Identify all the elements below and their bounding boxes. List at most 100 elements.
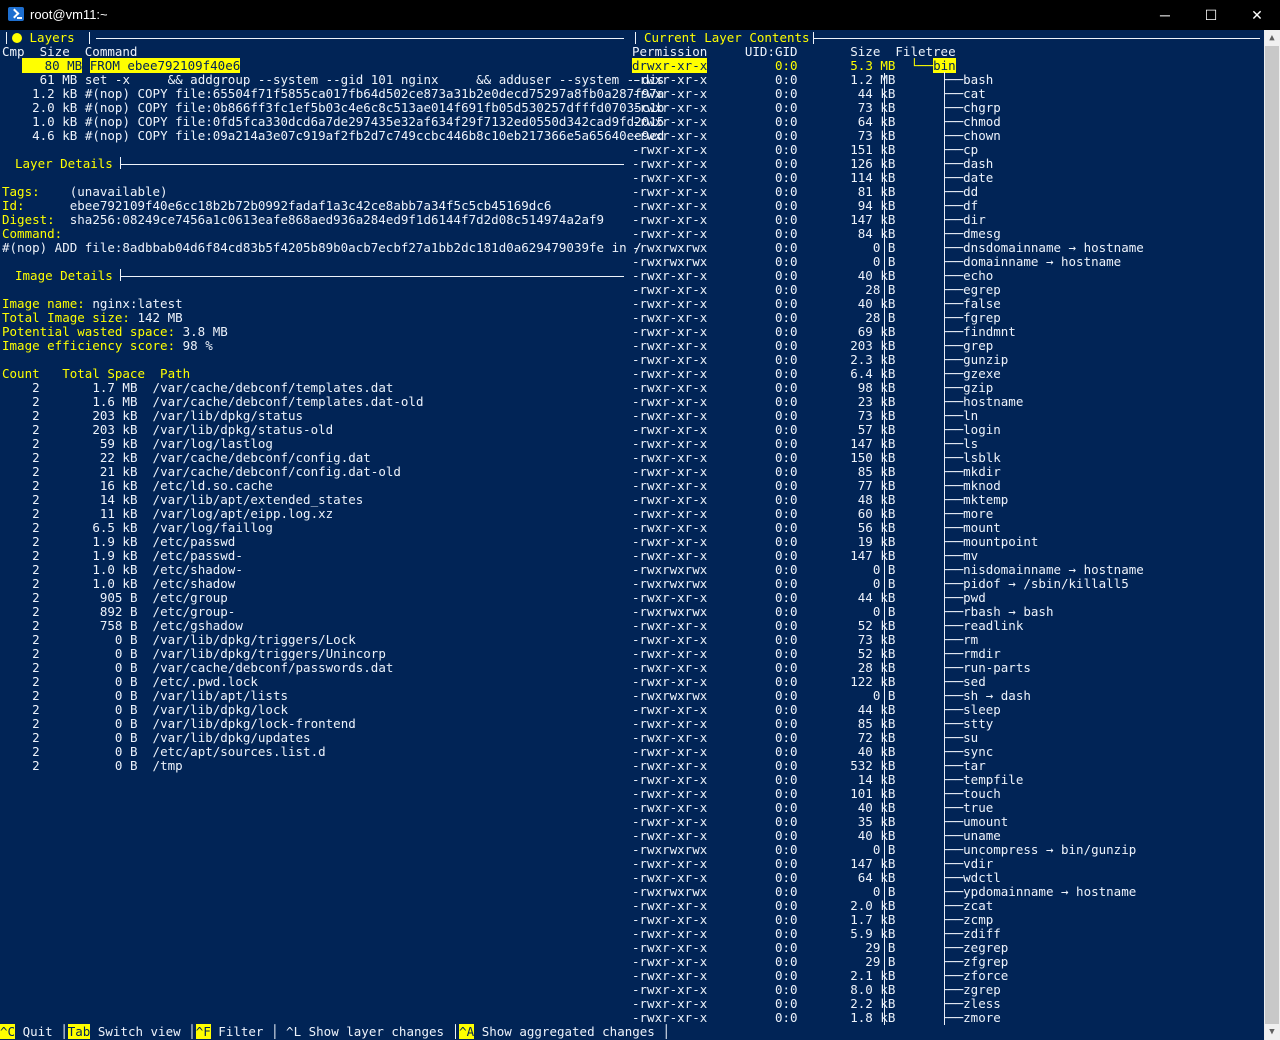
file-row[interactable]: -rwxr-xr-x 0:0 40 kB ├──sync — [632, 745, 993, 759]
file-row[interactable]: -rwxr-xr-x 0:0 73 kB ├──chown — [632, 129, 1001, 143]
file-row[interactable]: -rwxr-xr-x 0:0 147 kB ├──dir — [632, 213, 986, 227]
layer-row[interactable]: 61 MB set -x && addgroup --system --gid … — [2, 73, 665, 87]
file-row[interactable]: -rwxr-xr-x 0:0 150 kB ├──lsblk — [632, 451, 1001, 465]
minimize-button[interactable]: ─ — [1142, 0, 1188, 30]
shortcut-item[interactable]: Tab Switch view — [67, 1024, 188, 1039]
file-row[interactable]: -rwxr-xr-x 0:0 40 kB ├──echo — [632, 269, 993, 283]
file-row[interactable]: -rwxr-xr-x 0:0 44 kB ├──sleep — [632, 703, 1001, 717]
file-row[interactable]: -rwxr-xr-x 0:0 44 kB ├──cat — [632, 87, 986, 101]
file-row[interactable]: -rwxr-xr-x 0:0 126 kB ├──dash — [632, 157, 993, 171]
file-row[interactable]: -rwxr-xr-x 0:0 8.0 kB ├──zgrep — [632, 983, 1001, 997]
vertical-scrollbar[interactable]: ▲ ▼ — [1264, 30, 1280, 1040]
file-row[interactable]: -rwxr-xr-x 0:0 56 kB ├──mount — [632, 521, 1001, 535]
file-row[interactable]: -rwxr-xr-x 0:0 69 kB ├──findmnt — [632, 325, 1016, 339]
size-cell: 73 kB — [797, 100, 896, 115]
file-row[interactable]: -rwxrwxrwx 0:0 0 B ├──sh → dash — [632, 689, 1031, 703]
file-row[interactable]: -rwxr-xr-x 0:0 40 kB ├──uname — [632, 829, 1001, 843]
file-row[interactable]: -rwxr-xr-x 0:0 73 kB ├──chgrp — [632, 101, 1001, 115]
file-row[interactable]: -rwxr-xr-x 0:0 2.2 kB ├──zless — [632, 997, 1001, 1011]
file-row[interactable]: -rwxr-xr-x 0:0 48 kB ├──mktemp — [632, 493, 1008, 507]
file-row[interactable]: -rwxr-xr-x 0:0 14 kB ├──tempfile — [632, 773, 1023, 787]
layer-row[interactable]: 2.0 kB #(nop) COPY file:0b866ff3fc1ef5b0… — [2, 101, 664, 115]
file-row[interactable]: -rwxr-xr-x 0:0 151 kB ├──cp — [632, 143, 978, 157]
shortcut-item[interactable]: ^F Filter — [195, 1024, 271, 1039]
file-row[interactable]: -rwxr-xr-x 0:0 6.4 kB ├──gzexe — [632, 367, 1001, 381]
close-button[interactable]: ✕ — [1234, 0, 1280, 30]
file-row[interactable]: -rwxrwxrwx 0:0 0 B ├──pidof → /sbin/kill… — [632, 577, 1129, 591]
file-row[interactable]: -rwxr-xr-x 0:0 19 kB ├──mountpoint — [632, 535, 1038, 549]
file-row[interactable]: -rwxr-xr-x 0:0 64 kB ├──chmod — [632, 115, 1001, 129]
file-row[interactable]: -rwxrwxrwx 0:0 0 B ├──dnsdomainname → ho… — [632, 241, 1144, 255]
file-name: rm — [963, 632, 979, 647]
file-row[interactable]: -rwxr-xr-x 0:0 23 kB ├──hostname — [632, 395, 1023, 409]
layer-row[interactable]: 80 MB FROM ebee792109f40e6 — [22, 58, 241, 73]
file-row[interactable]: -rwxr-xr-x 0:0 1.2 MB ├──bash — [632, 73, 993, 87]
file-row[interactable]: -rwxr-xr-x 0:0 1.8 kB ├──zmore — [632, 1011, 1001, 1025]
file-row[interactable]: -rwxr-xr-x 0:0 147 kB ├──mv — [632, 549, 978, 563]
file-row[interactable]: -rwxr-xr-x 0:0 73 kB ├──rm — [632, 633, 978, 647]
scroll-up-icon[interactable]: ▲ — [1264, 30, 1280, 46]
terminal[interactable]: Layers Cmp Size Command 80 MB FROM ebee7… — [0, 30, 1264, 1040]
file-row[interactable]: -rwxrwxrwx 0:0 0 B ├──ypdomainname → hos… — [632, 885, 1136, 899]
shortcut-item[interactable]: ^L Show layer changes — [279, 1024, 452, 1039]
file-row[interactable]: -rwxr-xr-x 0:0 2.1 kB ├──zforce — [632, 969, 1008, 983]
file-row[interactable]: -rwxr-xr-x 0:0 532 kB ├──tar — [632, 759, 986, 773]
file-row[interactable]: -rwxr-xr-x 0:0 85 kB ├──stty — [632, 717, 993, 731]
maximize-button[interactable]: ☐ — [1188, 0, 1234, 30]
file-row[interactable]: -rwxr-xr-x 0:0 29 B ├──zfgrep — [632, 955, 1008, 969]
file-row[interactable]: -rwxr-xr-x 0:0 60 kB ├──more — [632, 507, 993, 521]
file-row[interactable]: -rwxr-xr-x 0:0 101 kB ├──touch — [632, 787, 1001, 801]
file-row[interactable]: -rwxr-xr-x 0:0 122 kB ├──sed — [632, 675, 986, 689]
permission-cell: -rwxr-xr-x — [632, 828, 708, 843]
scroll-down-icon[interactable]: ▼ — [1264, 1024, 1280, 1040]
file-row[interactable]: -rwxr-xr-x 0:0 147 kB ├──ls — [632, 437, 978, 451]
file-row[interactable]: -rwxr-xr-x 0:0 28 kB ├──run-parts — [632, 661, 1031, 675]
file-row[interactable]: -rwxr-xr-x 0:0 5.9 kB ├──zdiff — [632, 927, 1001, 941]
tree-root-row[interactable]: drwxr-xr-x 0:0 5.3 MB └──bin — [632, 58, 956, 73]
size-cell: 5.9 kB — [797, 926, 896, 941]
permission-cell: -rwxrwxrwx — [632, 604, 708, 619]
file-row[interactable]: -rwxrwxrwx 0:0 0 B ├──domainname → hostn… — [632, 255, 1121, 269]
file-row[interactable]: -rwxrwxrwx 0:0 0 B ├──uncompress → bin/g… — [632, 843, 1136, 857]
layer-row[interactable]: 4.6 kB #(nop) COPY file:09a214a3e07c919a… — [2, 129, 664, 143]
file-row[interactable]: -rwxr-xr-x 0:0 94 kB ├──df — [632, 199, 978, 213]
file-row[interactable]: -rwxr-xr-x 0:0 2.3 kB ├──gunzip — [632, 353, 1008, 367]
layer-row[interactable]: 1.0 kB #(nop) COPY file:0fd5fca330dcd6a7… — [2, 115, 664, 129]
file-row[interactable]: -rwxr-xr-x 0:0 29 B ├──zegrep — [632, 941, 1008, 955]
permission-cell: -rwxr-xr-x — [632, 156, 708, 171]
file-row[interactable]: -rwxr-xr-x 0:0 40 kB ├──false — [632, 297, 1001, 311]
file-row[interactable]: -rwxr-xr-x 0:0 98 kB ├──gzip — [632, 381, 993, 395]
file-row[interactable]: -rwxr-xr-x 0:0 28 B ├──fgrep — [632, 311, 1001, 325]
file-row[interactable]: -rwxr-xr-x 0:0 84 kB ├──dmesg — [632, 227, 1001, 241]
file-row[interactable]: -rwxr-xr-x 0:0 85 kB ├──mkdir — [632, 465, 1001, 479]
scroll-thumb[interactable] — [1265, 46, 1279, 1024]
file-row[interactable]: -rwxr-xr-x 0:0 40 kB ├──true — [632, 801, 993, 815]
space-cell: 0 B — [39, 632, 138, 647]
file-row[interactable]: -rwxr-xr-x 0:0 35 kB ├──umount — [632, 815, 1008, 829]
shortcut-item[interactable]: ^A Show aggregated changes — [459, 1024, 662, 1039]
file-row[interactable]: -rwxr-xr-x 0:0 44 kB ├──pwd — [632, 591, 986, 605]
permission-cell: -rwxr-xr-x — [632, 464, 708, 479]
file-row[interactable]: -rwxr-xr-x 0:0 114 kB ├──date — [632, 171, 993, 185]
file-row[interactable]: -rwxr-xr-x 0:0 57 kB ├──login — [632, 423, 1001, 437]
file-row[interactable]: -rwxr-xr-x 0:0 1.7 kB ├──zcmp — [632, 913, 993, 927]
file-row[interactable]: -rwxr-xr-x 0:0 203 kB ├──grep — [632, 339, 993, 353]
file-row[interactable]: -rwxr-xr-x 0:0 52 kB ├──rmdir — [632, 647, 1001, 661]
file-row[interactable]: -rwxr-xr-x 0:0 77 kB ├──mknod — [632, 479, 1001, 493]
file-row[interactable]: -rwxr-xr-x 0:0 52 kB ├──readlink — [632, 619, 1023, 633]
file-row[interactable]: -rwxrwxrwx 0:0 0 B ├──nisdomainname → ho… — [632, 563, 1144, 577]
file-row[interactable]: -rwxr-xr-x 0:0 72 kB ├──su — [632, 731, 978, 745]
file-row[interactable]: -rwxr-xr-x 0:0 28 B ├──egrep — [632, 283, 1001, 297]
uid-gid-cell: 0:0 — [775, 282, 798, 297]
permission-cell: -rwxr-xr-x — [632, 744, 708, 759]
file-row[interactable]: -rwxr-xr-x 0:0 147 kB ├──vdir — [632, 857, 993, 871]
file-row[interactable]: -rwxrwxrwx 0:0 0 B ├──rbash → bash — [632, 605, 1053, 619]
file-row[interactable]: -rwxr-xr-x 0:0 81 kB ├──dd — [632, 185, 978, 199]
file-row[interactable]: -rwxr-xr-x 0:0 73 kB ├──ln — [632, 409, 978, 423]
permission-cell: -rwxr-xr-x — [632, 492, 708, 507]
shortcut-item[interactable]: ^C Quit — [0, 1024, 60, 1039]
file-row[interactable]: -rwxr-xr-x 0:0 64 kB ├──wdctl — [632, 871, 1001, 885]
layer-row[interactable]: 1.2 kB #(nop) COPY file:65504f71f5855ca0… — [2, 87, 664, 101]
file-row[interactable]: -rwxr-xr-x 0:0 2.0 kB ├──zcat — [632, 899, 993, 913]
file-name: dash — [963, 156, 994, 171]
